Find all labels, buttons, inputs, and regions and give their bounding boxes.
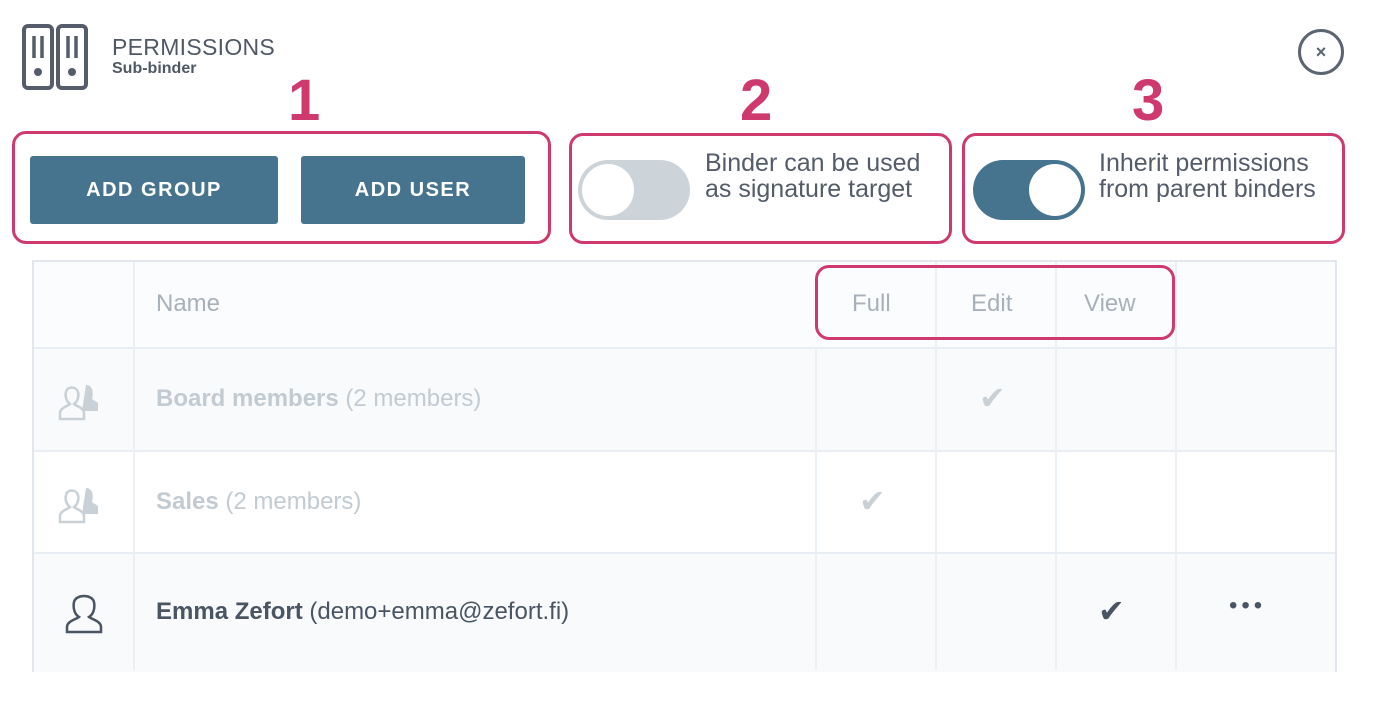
more-options-button[interactable]: ••• bbox=[1229, 592, 1266, 620]
group-icon bbox=[58, 488, 98, 524]
user-icon bbox=[65, 594, 103, 634]
column-name: Name bbox=[156, 290, 221, 317]
dialog-subtitle: Sub-binder bbox=[112, 60, 197, 77]
annotation-box-4 bbox=[815, 265, 1175, 340]
binder-icon bbox=[22, 24, 88, 90]
row-name: Sales bbox=[156, 488, 219, 515]
check-icon[interactable]: ✔ bbox=[1098, 592, 1125, 630]
inherit-permissions-label: Inherit permissions from parent binders bbox=[1099, 149, 1316, 203]
row-name: Emma Zefort bbox=[156, 598, 303, 625]
row-detail: (2 members) bbox=[345, 385, 482, 412]
table-row[interactable]: Emma Zefort (demo+emma@zefort.fi) ✔ ••• bbox=[34, 554, 1335, 672]
annotation-number-3: 3 bbox=[1132, 68, 1165, 133]
signature-target-label: Binder can be used as signature target bbox=[705, 149, 921, 203]
check-icon[interactable]: ✔ bbox=[859, 482, 886, 520]
row-name: Board members bbox=[156, 385, 339, 412]
signature-target-toggle[interactable] bbox=[578, 160, 690, 220]
table-row[interactable]: Board members (2 members) ✔ bbox=[34, 349, 1335, 452]
annotation-number-2: 2 bbox=[740, 68, 773, 133]
row-detail: (2 members) bbox=[225, 488, 362, 515]
row-detail: (demo+emma@zefort.fi) bbox=[309, 598, 570, 625]
check-icon[interactable]: ✔ bbox=[979, 379, 1006, 417]
close-button[interactable]: × bbox=[1298, 29, 1344, 75]
group-icon bbox=[58, 385, 98, 421]
add-group-button[interactable]: ADD GROUP bbox=[30, 156, 278, 224]
close-icon: × bbox=[1315, 41, 1327, 62]
add-user-button[interactable]: ADD USER bbox=[301, 156, 525, 224]
dialog-title: PERMISSIONS bbox=[112, 34, 276, 60]
table-row[interactable]: Sales (2 members) ✔ bbox=[34, 452, 1335, 554]
inherit-permissions-toggle[interactable] bbox=[973, 160, 1085, 220]
annotation-number-1: 1 bbox=[288, 68, 321, 133]
